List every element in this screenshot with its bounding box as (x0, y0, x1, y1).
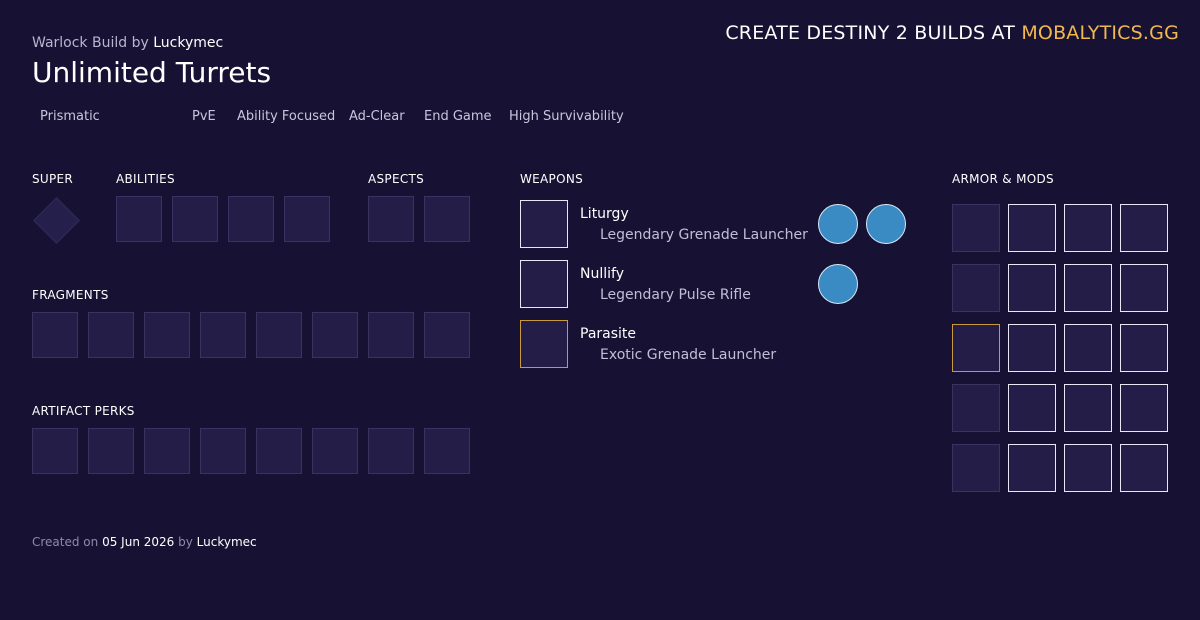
promo-text: CREATE DESTINY 2 BUILDS AT (725, 22, 1016, 44)
promo-brand[interactable]: MOBALYTICS.GG (1021, 22, 1179, 44)
fragment-slot[interactable] (424, 312, 470, 358)
weapon-energy-icon[interactable] (520, 260, 568, 308)
artifact-perk-slot[interactable] (424, 428, 470, 474)
tag-survivability: High Survivability (509, 109, 624, 124)
artifact-perk-slot[interactable] (88, 428, 134, 474)
fragment-slot[interactable] (256, 312, 302, 358)
promo-banner[interactable]: CREATE DESTINY 2 BUILDS AT MOBALYTICS.GG (725, 22, 1179, 44)
author-link[interactable]: Luckymec (153, 35, 223, 51)
weapon-type: Legendary Pulse Rifle (600, 287, 751, 303)
armor-mod-slot[interactable] (1008, 444, 1056, 492)
super-slot[interactable] (33, 197, 80, 244)
weapon-perk-socket-icon[interactable] (818, 264, 858, 304)
fragment-slot[interactable] (200, 312, 246, 358)
armor-mod-slot[interactable] (1120, 384, 1168, 432)
abilities-label: ABILITIES (116, 172, 175, 186)
armor-mod-slot[interactable] (1064, 444, 1112, 492)
armor-gauntlets-slot[interactable] (952, 264, 1000, 312)
build-class: Warlock Build (32, 35, 128, 51)
weapon-name[interactable]: Nullify (580, 266, 624, 282)
armor-mod-slot[interactable] (1008, 384, 1056, 432)
armor-mod-slot[interactable] (1120, 204, 1168, 252)
armor-legs-slot[interactable] (952, 384, 1000, 432)
armor-label: ARMOR & MODS (952, 172, 1054, 186)
ability-slot[interactable] (284, 196, 330, 242)
armor-mod-slot[interactable] (1064, 204, 1112, 252)
weapon-name[interactable]: Parasite (580, 326, 636, 342)
fragment-slot[interactable] (144, 312, 190, 358)
weapon-name[interactable]: Liturgy (580, 206, 629, 222)
created-date: 05 Jun 2026 (102, 535, 175, 549)
weapon-kinetic-icon[interactable] (520, 200, 568, 248)
artifact-perk-slot[interactable] (200, 428, 246, 474)
fragment-slot[interactable] (312, 312, 358, 358)
armor-helmet-slot[interactable] (952, 204, 1000, 252)
created-author[interactable]: Luckymec (197, 535, 257, 549)
fragment-slot[interactable] (368, 312, 414, 358)
fragment-slot[interactable] (88, 312, 134, 358)
armor-mod-slot[interactable] (1064, 264, 1112, 312)
armor-mod-slot[interactable] (1008, 264, 1056, 312)
by-word: by (131, 35, 149, 51)
artifact-perk-slot[interactable] (368, 428, 414, 474)
created-by-word: by (178, 535, 193, 549)
page-title: Unlimited Turrets (32, 56, 272, 89)
artifact-perk-slot[interactable] (256, 428, 302, 474)
created-prefix: Created on (32, 535, 99, 549)
tag-subclass: Prismatic (40, 109, 100, 124)
build-byline: Warlock Build by Luckymec (32, 35, 223, 51)
weapon-perk-socket-icon[interactable] (866, 204, 906, 244)
artifact-perk-slot[interactable] (144, 428, 190, 474)
aspects-label: ASPECTS (368, 172, 425, 186)
weapons-label: WEAPONS (520, 172, 584, 186)
tag-activity: PvE (192, 109, 216, 124)
ability-slot[interactable] (228, 196, 274, 242)
armor-mod-slot[interactable] (1120, 444, 1168, 492)
fragment-slot[interactable] (32, 312, 78, 358)
armor-mod-slot[interactable] (1120, 324, 1168, 372)
artifact-perk-slot[interactable] (32, 428, 78, 474)
aspect-slot[interactable] (424, 196, 470, 242)
tag-role: Ad-Clear (349, 109, 405, 124)
weapon-heavy-icon[interactable] (520, 320, 568, 368)
armor-mod-slot[interactable] (1120, 264, 1168, 312)
tag-focus: Ability Focused (237, 109, 336, 124)
weapon-type: Exotic Grenade Launcher (600, 347, 777, 363)
ability-slot[interactable] (172, 196, 218, 242)
weapon-type: Legendary Grenade Launcher (600, 227, 808, 243)
armor-mod-slot[interactable] (1008, 204, 1056, 252)
ability-slot[interactable] (116, 196, 162, 242)
armor-mod-slot[interactable] (1008, 324, 1056, 372)
created-footer: Created on 05 Jun 2026 by Luckymec (32, 535, 257, 549)
armor-mod-slot[interactable] (1064, 384, 1112, 432)
tag-content: End Game (424, 109, 492, 124)
artifact-perk-slot[interactable] (312, 428, 358, 474)
weapon-perk-socket-icon[interactable] (818, 204, 858, 244)
armor-class-item-slot[interactable] (952, 444, 1000, 492)
armor-chest-slot[interactable] (952, 324, 1000, 372)
armor-mod-slot[interactable] (1064, 324, 1112, 372)
artifact-label: ARTIFACT PERKS (32, 404, 135, 418)
super-label: SUPER (32, 172, 74, 186)
aspect-slot[interactable] (368, 196, 414, 242)
fragments-label: FRAGMENTS (32, 288, 109, 302)
